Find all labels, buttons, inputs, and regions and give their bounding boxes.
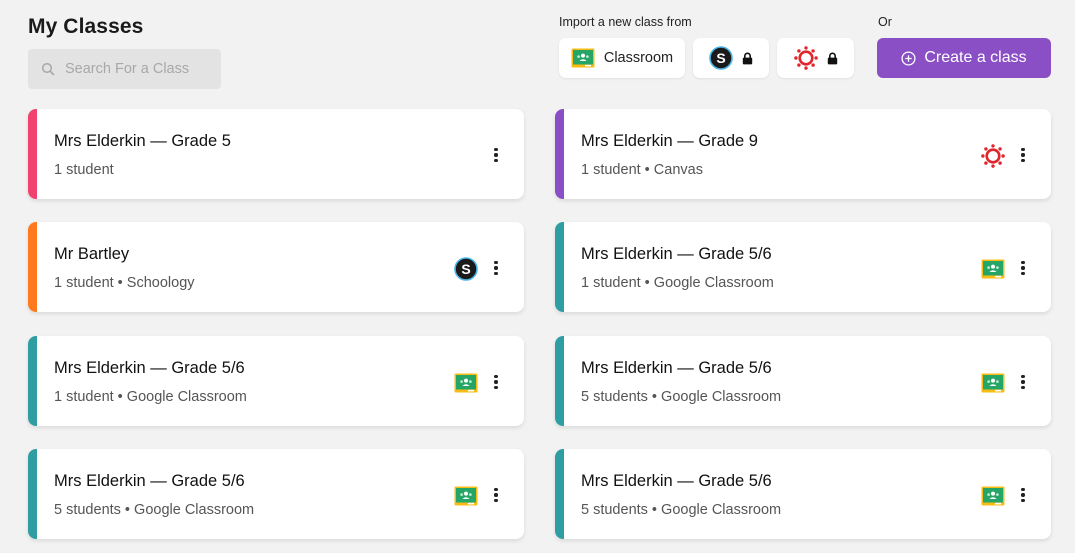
more-options-icon[interactable] (491, 488, 501, 502)
class-title: Mrs Elderkin — Grade 5/6 (581, 472, 772, 490)
class-color-stripe (555, 449, 564, 539)
more-options-icon[interactable] (491, 148, 501, 162)
google-classroom-icon (981, 486, 1005, 506)
class-subtitle: 1 student (54, 162, 114, 178)
class-card[interactable]: Mrs Elderkin — Grade 5/6 1 student • Goo… (555, 222, 1051, 312)
more-options-icon[interactable] (1018, 488, 1028, 502)
class-color-stripe (28, 109, 37, 199)
import-schoology-button[interactable]: S (693, 38, 769, 78)
class-card[interactable]: Mrs Elderkin — Grade 5/6 5 students • Go… (555, 449, 1051, 539)
class-card[interactable]: Mrs Elderkin — Grade 5/6 1 student • Goo… (28, 336, 524, 426)
class-card[interactable]: Mrs Elderkin — Grade 5 1 student (28, 109, 524, 199)
class-color-stripe (28, 449, 37, 539)
class-color-stripe (555, 109, 564, 199)
google-classroom-icon (981, 373, 1005, 393)
class-title: Mr Bartley (54, 245, 130, 263)
class-card[interactable]: Mrs Elderkin — Grade 9 1 student • Canva… (555, 109, 1051, 199)
page-title: My Classes (28, 15, 144, 38)
more-options-icon[interactable] (491, 375, 501, 389)
import-label: Import a new class from (559, 15, 692, 29)
more-options-icon[interactable] (1018, 148, 1028, 162)
schoology-icon: S (709, 46, 733, 70)
create-class-button[interactable]: Create a class (877, 38, 1051, 78)
class-subtitle: 1 student • Google Classroom (54, 389, 247, 405)
svg-text:S: S (461, 261, 470, 277)
lock-icon (742, 52, 753, 64)
search-icon (41, 62, 55, 76)
or-label: Or (878, 15, 892, 29)
class-subtitle: 1 student • Canvas (581, 162, 703, 178)
class-card[interactable]: Mr Bartley 1 student • Schoology S (28, 222, 524, 312)
google-classroom-icon (981, 259, 1005, 279)
more-options-icon[interactable] (1018, 375, 1028, 389)
class-subtitle: 5 students • Google Classroom (581, 389, 782, 405)
search-input[interactable]: Search For a Class (28, 49, 221, 89)
class-title: Mrs Elderkin — Grade 5/6 (54, 359, 245, 377)
schoology-icon: S (454, 257, 478, 281)
class-color-stripe (555, 336, 564, 426)
class-card[interactable]: Mrs Elderkin — Grade 5/6 5 students • Go… (555, 336, 1051, 426)
class-card[interactable]: Mrs Elderkin — Grade 5/6 5 students • Go… (28, 449, 524, 539)
class-subtitle: 5 students • Google Classroom (54, 502, 255, 518)
class-color-stripe (555, 222, 564, 312)
class-color-stripe (28, 222, 37, 312)
create-class-label: Create a class (924, 49, 1027, 66)
class-subtitle: 1 student • Schoology (54, 275, 195, 291)
google-classroom-icon (454, 373, 478, 393)
more-options-icon[interactable] (491, 261, 501, 275)
more-options-icon[interactable] (1018, 261, 1028, 275)
class-title: Mrs Elderkin — Grade 5/6 (581, 245, 772, 263)
import-canvas-button[interactable] (777, 38, 854, 78)
svg-text:S: S (716, 50, 725, 66)
plus-circle-icon (901, 50, 916, 66)
class-title: Mrs Elderkin — Grade 5/6 (581, 359, 772, 377)
class-subtitle: 5 students • Google Classroom (581, 502, 782, 518)
google-classroom-icon (454, 486, 478, 506)
class-color-stripe (28, 336, 37, 426)
class-title: Mrs Elderkin — Grade 5/6 (54, 472, 245, 490)
google-classroom-icon (571, 48, 595, 68)
class-title: Mrs Elderkin — Grade 5 (54, 132, 231, 150)
lock-icon (827, 52, 837, 64)
canvas-icon (793, 46, 818, 70)
search-placeholder: Search For a Class (65, 61, 190, 77)
class-title: Mrs Elderkin — Grade 9 (581, 132, 758, 150)
canvas-icon (981, 144, 1005, 168)
class-subtitle: 1 student • Google Classroom (581, 275, 774, 291)
import-google-classroom-button[interactable]: Classroom (559, 38, 685, 78)
import-classroom-label: Classroom (603, 50, 674, 66)
